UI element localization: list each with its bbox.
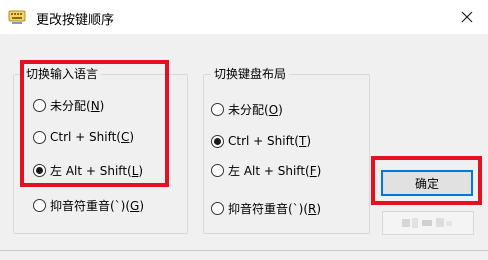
keyboard-layout-group-title: 切换键盘布局 bbox=[211, 65, 290, 82]
input-language-option-grave-accent[interactable]: 抑音符重音(`)(G) bbox=[33, 196, 144, 214]
title-bar: 更改按键顺序 bbox=[0, 0, 488, 34]
cancel-button-obscured[interactable] bbox=[382, 211, 474, 235]
radio-button-selected bbox=[211, 134, 224, 148]
radio-button bbox=[33, 130, 46, 144]
close-button[interactable] bbox=[452, 4, 482, 30]
pixelated-label-icon bbox=[402, 218, 452, 228]
keyboard-layout-option-unassigned[interactable]: 未分配(O) bbox=[211, 100, 283, 118]
bottom-divider bbox=[0, 250, 488, 251]
window-title: 更改按键顺序 bbox=[36, 13, 115, 28]
keyboard-layout-option-grave-accent[interactable]: 抑音符重音(`)(R) bbox=[211, 199, 321, 217]
input-language-option-ctrl-shift[interactable]: Ctrl + Shift(C) bbox=[33, 128, 134, 146]
ok-button-label: 确定 bbox=[414, 176, 439, 191]
input-language-group-title: 切换输入语言 bbox=[23, 65, 102, 82]
radio-button bbox=[33, 98, 46, 112]
keyboard-layout-option-ctrl-shift[interactable]: Ctrl + Shift(T) bbox=[211, 132, 311, 150]
input-language-option-left-alt-shift[interactable]: 左 Alt + Shift(L) bbox=[33, 161, 143, 179]
radio-button bbox=[33, 198, 46, 212]
ok-button[interactable]: 确定 bbox=[381, 170, 473, 196]
radio-button-selected bbox=[33, 163, 46, 177]
radio-button bbox=[211, 201, 224, 215]
keyboard-layout-option-left-alt-shift[interactable]: 左 Alt + Shift(F) bbox=[211, 161, 321, 179]
close-icon bbox=[452, 11, 482, 33]
radio-button bbox=[211, 102, 224, 116]
keyboard-app-icon bbox=[8, 9, 26, 25]
input-language-option-unassigned[interactable]: 未分配(N) bbox=[33, 96, 104, 114]
radio-button bbox=[211, 163, 224, 177]
